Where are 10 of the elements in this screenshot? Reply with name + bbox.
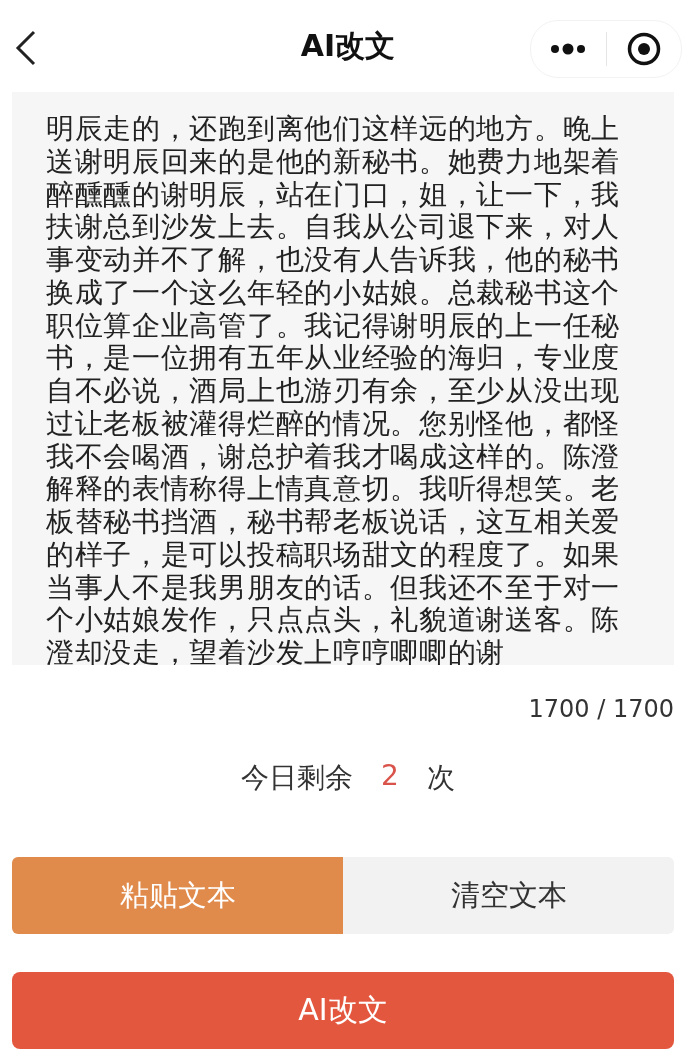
quota-unit: 次	[426, 760, 455, 796]
clear-button[interactable]: 清空文本	[343, 857, 674, 934]
paste-button[interactable]: 粘贴文本	[12, 857, 343, 934]
submit-button[interactable]: AI改文	[12, 972, 674, 1049]
quota-label: 今日剩余	[241, 760, 354, 796]
page-title: AI改文	[300, 26, 396, 65]
character-count: 1700 / 1700	[528, 695, 674, 723]
more-icon[interactable]	[550, 43, 587, 55]
quota-value: 2	[381, 759, 399, 794]
back-icon[interactable]	[14, 30, 38, 66]
